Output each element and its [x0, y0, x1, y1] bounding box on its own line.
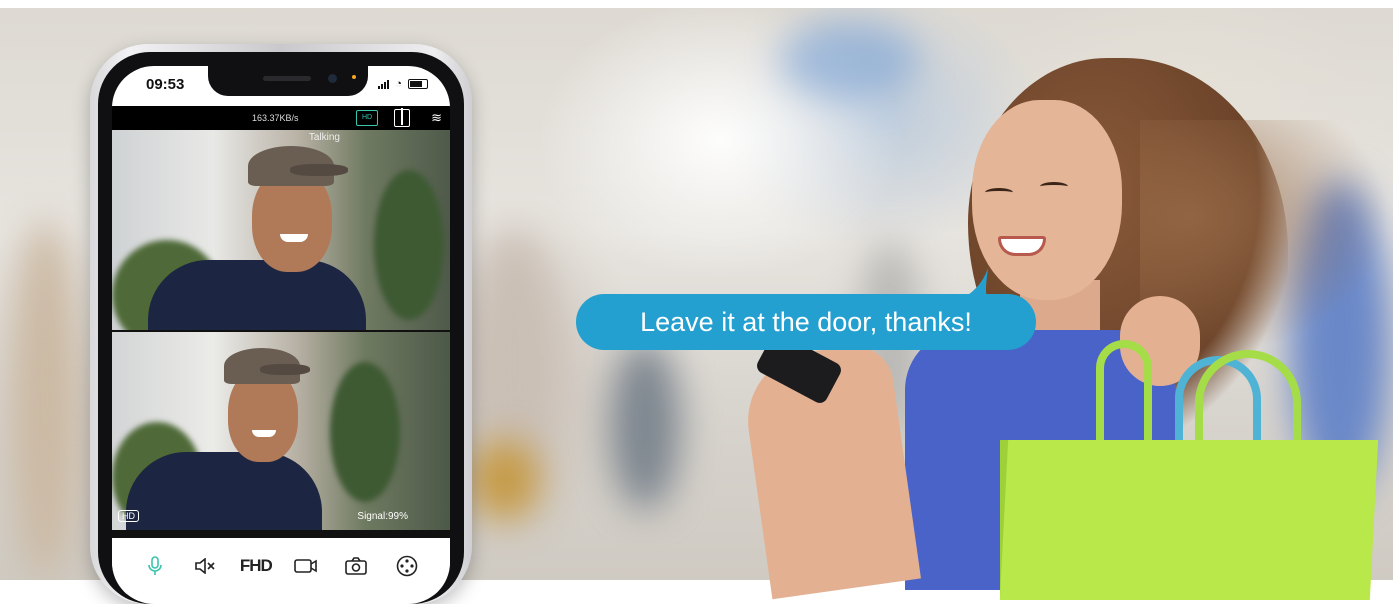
top-border	[0, 0, 1393, 8]
background-person	[610, 340, 680, 510]
hd-badge: HD	[118, 510, 139, 522]
mute-icon[interactable]	[189, 550, 221, 582]
wifi-status-icon: ◔	[395, 78, 402, 90]
woman-eye	[1040, 182, 1068, 191]
visitor-smile	[280, 234, 308, 242]
smartphone-mockup: 09:53 ◔ 163.37KB/s HD ≋ Talking HD Signa…	[90, 44, 472, 604]
fhd-resolution-button[interactable]: FHD	[240, 550, 273, 582]
notch-speaker	[263, 76, 311, 81]
visitor-shirt	[148, 260, 366, 330]
woman-face	[972, 100, 1122, 300]
background-person	[10, 220, 80, 580]
shopping-bag	[999, 440, 1379, 600]
visitor-cap-brim	[260, 364, 310, 375]
speech-bubble: Leave it at the door, thanks!	[576, 294, 1036, 350]
split-view-icon[interactable]	[394, 108, 410, 127]
video-feed-top[interactable]: Talking	[112, 130, 450, 330]
visitor-shirt	[126, 452, 322, 530]
signal-readout: Signal:99%	[357, 511, 408, 522]
quality-toggle-button[interactable]: HD	[356, 110, 378, 126]
camera-switch-icon[interactable]	[290, 550, 322, 582]
status-time: 09:53	[146, 76, 185, 93]
settings-dial-icon[interactable]	[391, 550, 423, 582]
speech-bubble-text: Leave it at the door, thanks!	[640, 306, 972, 337]
privacy-indicator	[352, 75, 356, 79]
video-feed-bottom[interactable]: HD Signal:99%	[112, 332, 450, 530]
feed-bottom-band	[112, 530, 450, 538]
background-person-shorts	[470, 440, 540, 520]
video-foliage	[374, 170, 444, 320]
cellular-signal-icon	[378, 79, 390, 89]
mic-icon[interactable]	[139, 550, 171, 582]
bitrate-readout: 163.37KB/s	[252, 113, 299, 123]
phone-bezel: 09:53 ◔ 163.37KB/s HD ≋ Talking HD Signa…	[98, 52, 464, 604]
visitor-smile	[252, 430, 276, 437]
video-foliage	[330, 362, 400, 502]
phone-screen: 09:53 ◔ 163.37KB/s HD ≋ Talking HD Signa…	[112, 66, 450, 604]
notch-camera	[328, 74, 337, 83]
phone-notch	[208, 66, 368, 96]
wifi-icon: ≋	[431, 110, 442, 125]
background-sign	[780, 20, 920, 100]
app-top-bar: 163.37KB/s HD ≋	[112, 106, 450, 130]
woman-eye	[985, 188, 1013, 197]
visitor-cap-brim	[290, 164, 348, 176]
camera-toolbar: FHD	[112, 538, 450, 594]
status-icons: ◔	[378, 78, 428, 90]
snapshot-icon[interactable]	[340, 550, 372, 582]
talking-indicator: Talking	[308, 132, 340, 143]
battery-icon	[408, 79, 428, 89]
